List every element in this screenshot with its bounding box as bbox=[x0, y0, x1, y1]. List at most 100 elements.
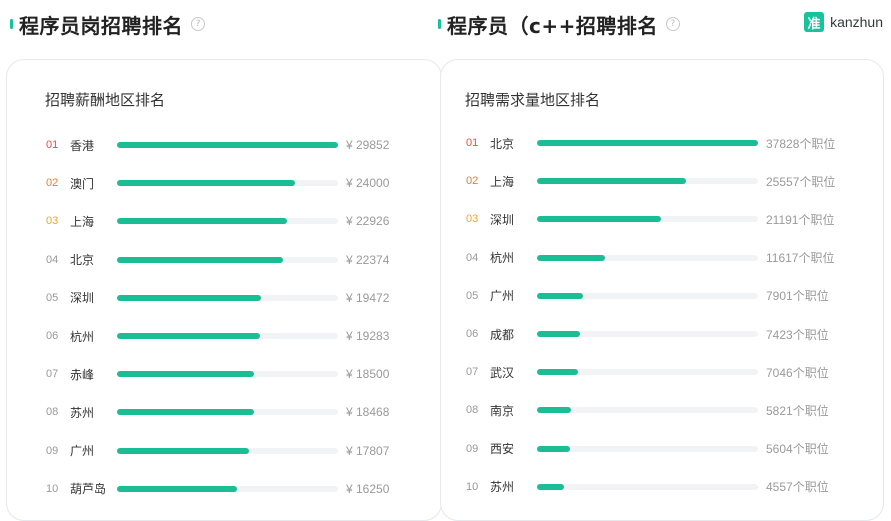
city-name: 杭州 bbox=[490, 251, 515, 266]
ranking-bar bbox=[117, 256, 283, 263]
rank-number: 10 bbox=[466, 480, 479, 493]
ranking-row: 03 深圳 21191个职位 bbox=[466, 210, 846, 228]
rank-number: 01 bbox=[466, 137, 479, 149]
ranking-value: 5821个职位 bbox=[766, 403, 829, 418]
salary-card-title: 招聘薪酬地区排名 bbox=[45, 91, 166, 109]
city-name: 杭州 bbox=[70, 329, 95, 344]
ranking-value: ¥ 18500 bbox=[346, 367, 390, 382]
ranking-bar bbox=[117, 371, 254, 378]
ranking-row: 10 苏州 4557个职位 bbox=[466, 478, 846, 496]
ranking-value: 21191个职位 bbox=[766, 212, 835, 227]
ranking-bar bbox=[537, 216, 661, 223]
ranking-value: 11617个职位 bbox=[766, 251, 835, 266]
ranking-value: ¥ 24000 bbox=[346, 176, 390, 191]
salary-ranking-card: 招聘薪酬地区排名 01 香港 ¥ 29852 02 澳门 ¥ 24000 03 上海 ¥ 229… bbox=[6, 59, 442, 521]
title-accent-bar bbox=[10, 19, 13, 29]
rank-number: 02 bbox=[46, 177, 59, 190]
ranking-bar-track bbox=[117, 371, 338, 378]
city-name: 广州 bbox=[70, 444, 95, 459]
rank-number: 10 bbox=[46, 482, 59, 495]
rank-number: 07 bbox=[466, 366, 479, 379]
ranking-row: 02 澳门 ¥ 24000 bbox=[46, 174, 406, 192]
ranking-bar-track bbox=[117, 180, 338, 187]
ranking-row: 02 上海 25557个职位 bbox=[466, 172, 846, 190]
help-icon[interactable]: ? bbox=[191, 17, 205, 31]
ranking-bar bbox=[537, 483, 564, 490]
ranking-row: 04 北京 ¥ 22374 bbox=[46, 251, 406, 269]
ranking-bar bbox=[537, 369, 579, 376]
ranking-row: 06 杭州 ¥ 19283 bbox=[46, 327, 406, 345]
rank-number: 08 bbox=[466, 404, 479, 417]
ranking-bar bbox=[537, 140, 758, 146]
city-name: 深圳 bbox=[70, 291, 95, 306]
city-name: 葫芦岛 bbox=[70, 482, 107, 497]
ranking-bar-track bbox=[537, 254, 758, 261]
city-name: 深圳 bbox=[490, 212, 515, 227]
ranking-bar-track bbox=[537, 140, 758, 146]
rank-number: 05 bbox=[46, 291, 59, 304]
ranking-row: 09 广州 ¥ 17807 bbox=[46, 442, 406, 460]
rank-number: 05 bbox=[466, 289, 479, 302]
ranking-row: 05 深圳 ¥ 19472 bbox=[46, 289, 406, 307]
ranking-bar-track bbox=[117, 294, 338, 301]
demand-card-title: 招聘需求量地区排名 bbox=[465, 91, 601, 109]
ranking-bar bbox=[117, 409, 254, 416]
demand-ranking-card: 招聘需求量地区排名 01 北京 37828个职位 02 上海 25557个职位 03 深圳 21… bbox=[440, 59, 884, 521]
rank-number: 06 bbox=[466, 328, 479, 340]
rank-number: 04 bbox=[46, 253, 59, 266]
ranking-bar-track bbox=[117, 447, 338, 454]
ranking-bar-track bbox=[117, 218, 338, 225]
ranking-row: 07 赤峰 ¥ 18500 bbox=[46, 365, 406, 383]
ranking-value: ¥ 16250 bbox=[346, 481, 390, 496]
ranking-bar bbox=[537, 331, 581, 337]
ranking-value: 37828个职位 bbox=[766, 136, 836, 151]
ranking-bar-track bbox=[117, 409, 338, 416]
ranking-row: 03 上海 ¥ 22926 bbox=[46, 212, 406, 230]
city-name: 南京 bbox=[490, 403, 515, 418]
city-name: 武汉 bbox=[490, 365, 515, 380]
ranking-bar bbox=[537, 292, 584, 299]
ranking-value: ¥ 18468 bbox=[346, 405, 390, 420]
ranking-row: 09 西安 5604个职位 bbox=[466, 440, 846, 458]
help-icon[interactable]: ? bbox=[665, 17, 680, 31]
city-name: 北京 bbox=[490, 136, 515, 151]
rank-number: 03 bbox=[46, 215, 59, 228]
city-name: 赤峰 bbox=[70, 367, 95, 382]
brand-name: kanzhun bbox=[830, 14, 883, 30]
rank-number: 04 bbox=[466, 251, 479, 264]
rank-number: 09 bbox=[466, 442, 479, 455]
left-section-title: 程序员岗招聘排名 bbox=[19, 13, 183, 38]
ranking-bar-track bbox=[537, 331, 758, 337]
rank-number: 02 bbox=[466, 175, 479, 188]
rank-number: 06 bbox=[46, 330, 59, 342]
ranking-bar bbox=[117, 218, 287, 225]
ranking-row: 07 武汉 7046个职位 bbox=[466, 363, 846, 381]
ranking-row: 01 北京 37828个职位 bbox=[466, 134, 846, 152]
ranking-bar-track bbox=[117, 142, 338, 148]
ranking-bar-track bbox=[117, 256, 338, 263]
ranking-value: 25557个职位 bbox=[766, 174, 836, 189]
ranking-row: 04 杭州 11617个职位 bbox=[466, 249, 846, 267]
brand-logo-link[interactable]: 准 kanzhun bbox=[804, 12, 883, 32]
rank-number: 09 bbox=[46, 444, 59, 457]
ranking-bar bbox=[117, 333, 260, 339]
ranking-bar bbox=[537, 407, 571, 414]
ranking-bar-track bbox=[537, 407, 758, 414]
ranking-bar-track bbox=[537, 369, 758, 376]
ranking-bar-track bbox=[537, 178, 758, 185]
ranking-row: 10 葫芦岛 ¥ 16250 bbox=[46, 480, 406, 498]
ranking-value: ¥ 19472 bbox=[346, 290, 390, 305]
rank-number: 07 bbox=[46, 368, 59, 381]
ranking-bar bbox=[117, 180, 295, 187]
ranking-value: ¥ 17807 bbox=[346, 443, 390, 458]
kanzhun-logo-icon: 准 bbox=[804, 12, 825, 32]
ranking-bar bbox=[537, 178, 687, 185]
ranking-bar-track bbox=[117, 485, 338, 492]
rank-number: 08 bbox=[46, 406, 59, 419]
ranking-value: 7046个职位 bbox=[766, 365, 829, 380]
ranking-row: 08 南京 5821个职位 bbox=[466, 401, 846, 419]
ranking-value: ¥ 22926 bbox=[346, 214, 390, 229]
ranking-bar bbox=[537, 445, 570, 452]
right-section-title: 程序员（c++招聘排名 bbox=[447, 13, 658, 38]
city-name: 澳门 bbox=[70, 176, 95, 191]
